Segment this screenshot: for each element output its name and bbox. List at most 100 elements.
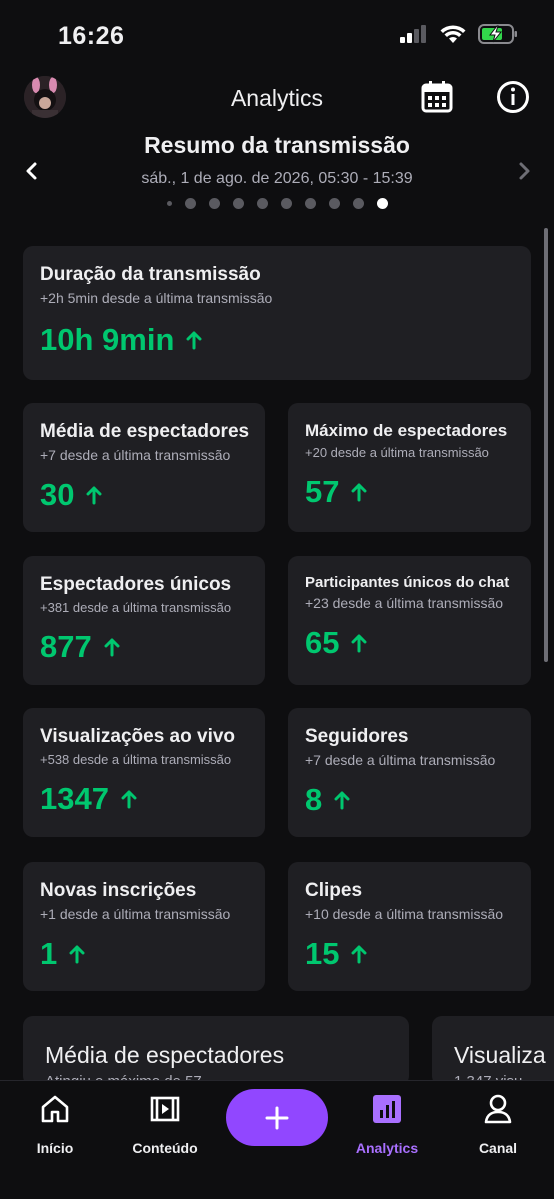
pagination-dot[interactable]: [256, 198, 268, 209]
arrow-up-icon: [86, 486, 102, 505]
card-average-viewers[interactable]: Média de espectadores +7 desde a última …: [23, 403, 265, 532]
card-clips[interactable]: Clipes +10 desde a última transmissão 15: [288, 862, 531, 991]
chart-card-title: Média de espectadores: [45, 1042, 285, 1068]
pagination-dots: [0, 198, 554, 209]
card-title: Seguidores: [305, 726, 409, 747]
card-value-row: 877: [40, 629, 248, 665]
arrow-up-icon: [104, 638, 120, 657]
chevron-right-icon: [519, 162, 530, 180]
card-subtitle: +2h 5min desde a última transmissão: [40, 290, 273, 306]
card-value: 877: [40, 629, 92, 664]
page-title: Analytics: [230, 85, 324, 111]
calendar-icon: [421, 81, 453, 113]
card-subtitle: +381 desde a última transmissão: [40, 600, 232, 615]
tab-analytics[interactable]: Analytics: [342, 1093, 432, 1156]
pagination-dot[interactable]: [328, 198, 340, 209]
status-time: 16:26: [58, 22, 125, 50]
card-value-row: 8: [305, 782, 514, 818]
pagination-dot[interactable]: [352, 198, 364, 209]
chart-card-views[interactable]: Visualiza 1.347 visu: [432, 1016, 554, 1086]
pagination-dot[interactable]: [166, 201, 172, 206]
home-icon: [41, 1095, 69, 1123]
card-unique-chatters[interactable]: Participantes únicos do chat +23 desde a…: [288, 556, 531, 685]
card-title: Espectadores únicos: [40, 574, 232, 595]
pagination-dot[interactable]: [280, 198, 292, 209]
info-button[interactable]: [496, 80, 530, 114]
info-icon: [497, 81, 529, 113]
status-bar: 16:26: [0, 0, 554, 70]
create-button[interactable]: [226, 1089, 328, 1146]
card-value-row: 30: [40, 477, 248, 513]
card-value: 1: [40, 936, 58, 971]
tab-label: Canal: [478, 1140, 518, 1156]
card-subtitle: +7 desde a última transmissão: [40, 447, 231, 463]
card-live-views[interactable]: Visualizações ao vivo +538 desde a últim…: [23, 708, 265, 837]
card-title: Clipes: [305, 880, 363, 901]
summary-date-range: sáb., 1 de ago. de 2026, 05:30 - 15:39: [141, 170, 413, 187]
arrow-up-icon: [351, 634, 367, 653]
card-max-viewers[interactable]: Máximo de espectadores +20 desde a últim…: [288, 403, 531, 532]
card-value: 1347: [40, 781, 109, 816]
card-unique-viewers[interactable]: Espectadores únicos +381 desde a última …: [23, 556, 265, 685]
arrow-up-icon: [351, 945, 367, 964]
card-title: Novas inscrições: [40, 880, 197, 901]
tab-label: Conteúdo: [132, 1140, 198, 1156]
card-subtitle: +20 desde a última transmissão: [305, 445, 489, 460]
chart-card-title: Visualiza: [454, 1042, 546, 1068]
tab-content[interactable]: Conteúdo: [120, 1093, 210, 1156]
wifi-icon: [440, 24, 466, 43]
tab-label: Analytics: [355, 1140, 419, 1156]
arrow-up-icon: [186, 331, 202, 350]
tab-channel[interactable]: Canal: [453, 1093, 543, 1156]
battery-charging-icon: [478, 24, 517, 44]
card-title: Média de espectadores: [40, 421, 250, 442]
film-icon: [150, 1096, 180, 1122]
plus-icon: [265, 1106, 289, 1129]
card-title: Máximo de espectadores: [305, 421, 508, 440]
pagination-dot[interactable]: [304, 198, 316, 209]
arrow-up-icon: [69, 945, 85, 964]
status-icons: [400, 24, 518, 44]
arrow-up-icon: [351, 483, 367, 502]
user-icon: [484, 1094, 512, 1124]
card-subtitle: +1 desde a última transmissão: [40, 906, 231, 922]
card-title: Duração da transmissão: [40, 264, 261, 285]
card-subtitle: +538 desde a última transmissão: [40, 752, 232, 767]
next-stream-button[interactable]: [512, 158, 536, 184]
card-stream-duration[interactable]: Duração da transmissão +2h 5min desde a …: [23, 246, 531, 380]
arrow-up-icon: [121, 790, 137, 809]
card-value-row: 15: [305, 936, 514, 972]
card-value-row: 1: [40, 936, 248, 972]
card-value-row: 57: [305, 474, 514, 510]
arrow-up-icon: [334, 791, 350, 810]
card-value: 30: [40, 477, 75, 512]
tab-label: Início: [36, 1140, 74, 1156]
cellular-signal-icon: [400, 25, 426, 43]
card-value-row: 1347: [40, 781, 248, 817]
card-value: 10h 9min: [40, 322, 175, 357]
card-title: Participantes únicos do chat: [305, 574, 510, 591]
card-value-row: 10h 9min: [40, 322, 514, 358]
card-subtitle: +7 desde a última transmissão: [305, 752, 496, 768]
summary-title: Resumo da transmissão: [144, 132, 410, 158]
card-subtitle: +10 desde a última transmissão: [305, 906, 504, 922]
calendar-button[interactable]: [420, 80, 454, 114]
card-value: 57: [305, 474, 340, 509]
card-value: 65: [305, 625, 340, 660]
card-title: Visualizações ao vivo: [40, 726, 236, 747]
analytics-icon: [373, 1095, 401, 1123]
card-value-row: 65: [305, 625, 514, 661]
tab-home[interactable]: Início: [10, 1093, 100, 1156]
scrollbar[interactable]: [544, 228, 548, 662]
card-subtitle: +23 desde a última transmissão: [305, 595, 504, 611]
card-value: 15: [305, 936, 340, 971]
pagination-dot[interactable]: [184, 198, 196, 209]
pagination-dot[interactable]: [232, 198, 244, 209]
pagination-dot-active[interactable]: [376, 198, 388, 209]
card-new-subscriptions[interactable]: Novas inscrições +1 desde a última trans…: [23, 862, 265, 991]
bottom-tab-bar: Início Conteúdo Analytics Canal: [0, 1080, 554, 1199]
card-followers[interactable]: Seguidores +7 desde a última transmissão…: [288, 708, 531, 837]
pagination-dot[interactable]: [208, 198, 220, 209]
card-value: 8: [305, 782, 323, 817]
chart-card-average-viewers[interactable]: Média de espectadores Atingiu o máximo d…: [23, 1016, 409, 1086]
